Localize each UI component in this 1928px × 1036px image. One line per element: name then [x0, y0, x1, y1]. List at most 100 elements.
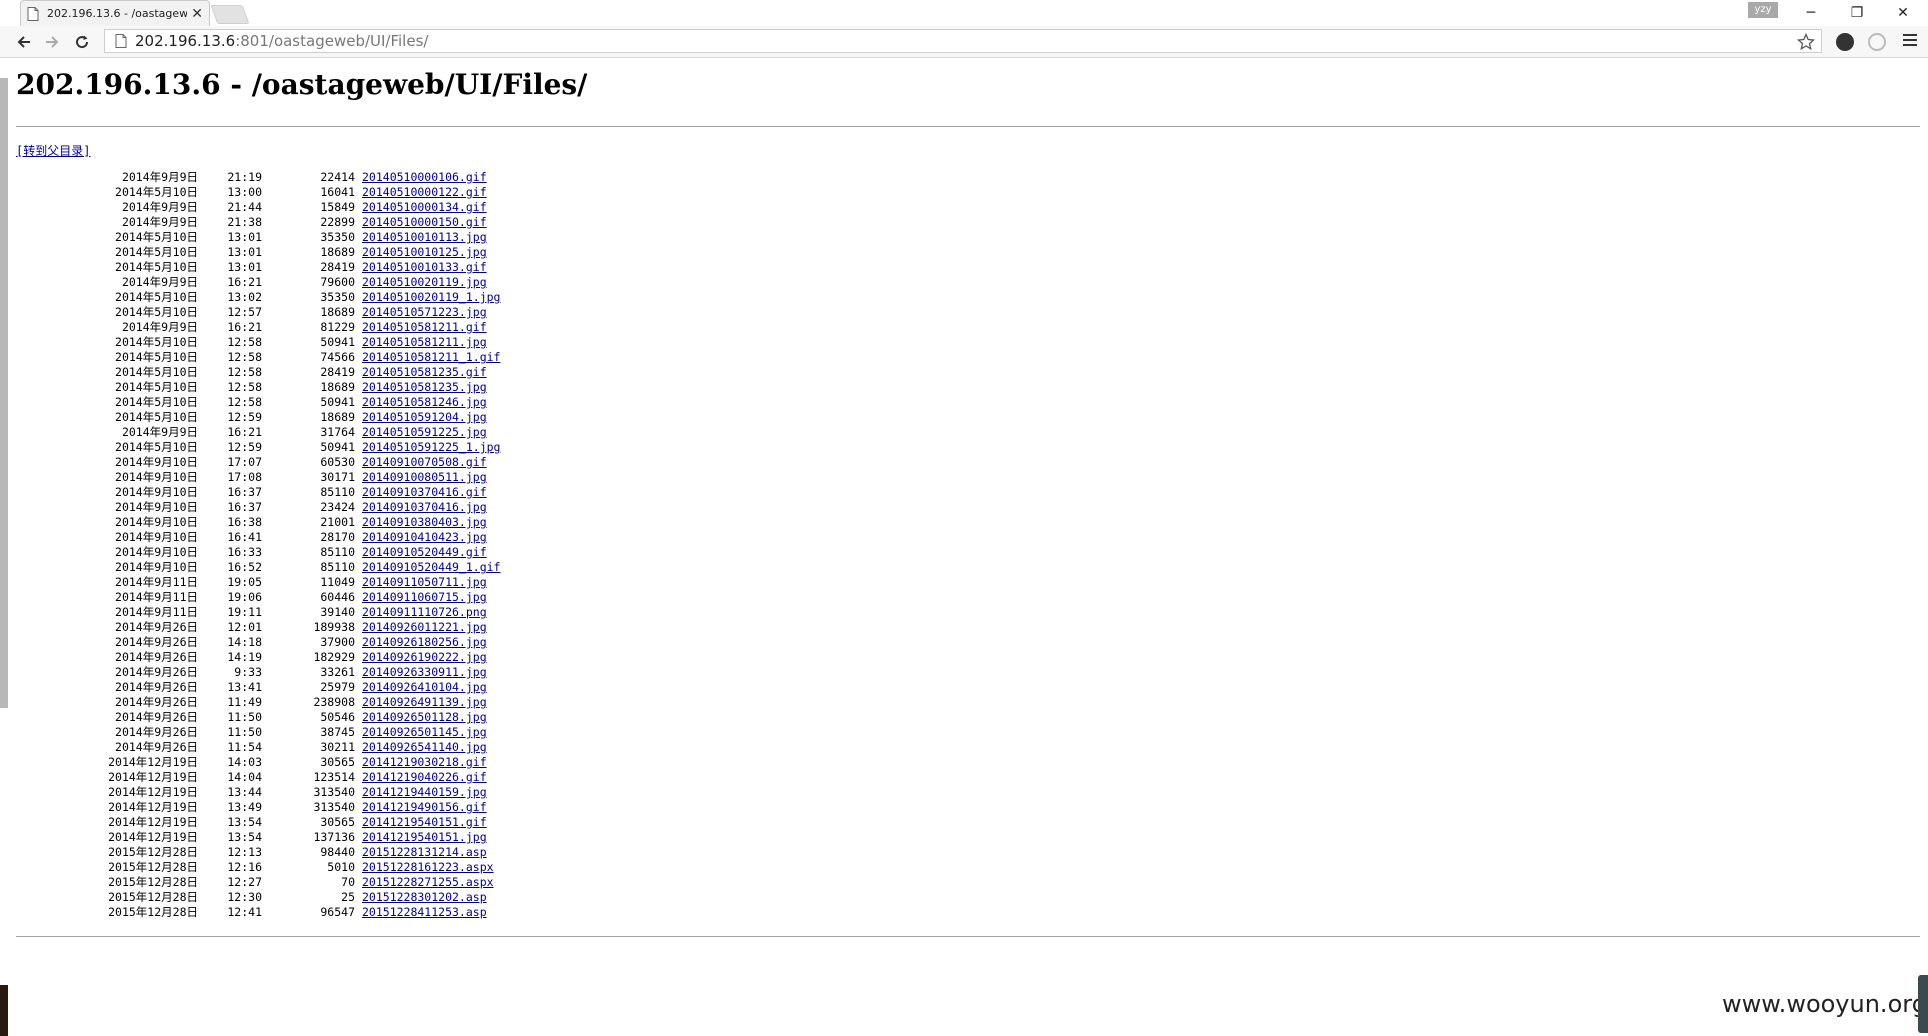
file-date: 2014年9月26日: [115, 725, 198, 739]
file-link[interactable]: 20140510591225.jpg: [362, 425, 487, 440]
file-link[interactable]: 20140926330911.jpg: [362, 665, 487, 680]
menu-icon[interactable]: [1903, 34, 1917, 48]
file-link[interactable]: 20140510000134.gif: [362, 200, 487, 215]
file-link[interactable]: 20140911110726.png: [362, 605, 487, 620]
file-link[interactable]: 20151228271255.aspx: [362, 875, 494, 890]
close-window-button[interactable]: ✕: [1880, 0, 1926, 26]
file-size: 25979: [320, 680, 355, 694]
file-link[interactable]: 20140510020119_1.jpg: [362, 290, 500, 305]
file-link[interactable]: 20140510571223.jpg: [362, 305, 487, 320]
file-link[interactable]: 20140510000106.gif: [362, 170, 487, 185]
list-item: 2014年12月19日 13:54 30565 20141219540151.gif: [0, 815, 600, 830]
minimize-button[interactable]: ─: [1788, 0, 1834, 26]
file-link[interactable]: 20140926410104.jpg: [362, 680, 487, 695]
file-link[interactable]: 20140926180256.jpg: [362, 635, 487, 650]
file-time: 16:38: [227, 515, 262, 529]
file-date: 2014年9月10日: [115, 500, 198, 514]
file-size: 30171: [320, 470, 355, 484]
file-link[interactable]: 20140910520449_1.gif: [362, 560, 500, 575]
file-link[interactable]: 20140510581211.jpg: [362, 335, 487, 350]
file-link[interactable]: 20151228301202.asp: [362, 890, 487, 905]
file-link[interactable]: 20140510010133.gif: [362, 260, 487, 275]
list-item: 2015年12月28日 12:30 25 20151228301202.asp: [0, 890, 600, 905]
file-link[interactable]: 20140910380403.jpg: [362, 515, 487, 530]
file-link[interactable]: 20140510581211.gif: [362, 320, 487, 335]
file-date: 2014年9月10日: [115, 515, 198, 529]
file-link[interactable]: 20140911060715.jpg: [362, 590, 487, 605]
file-link[interactable]: 20140926011221.jpg: [362, 620, 487, 635]
file-link[interactable]: 20140510591225_1.jpg: [362, 440, 500, 455]
file-link[interactable]: 20140911050711.jpg: [362, 575, 487, 590]
file-link[interactable]: 20141219540151.gif: [362, 815, 487, 830]
close-tab-icon[interactable]: ✕: [191, 6, 203, 22]
file-link[interactable]: 20140926501145.jpg: [362, 725, 487, 740]
list-item: 2014年5月10日 12:58 50941 20140510581211.jpg: [0, 335, 600, 350]
file-link[interactable]: 20140926491139.jpg: [362, 695, 487, 710]
file-date: 2014年5月10日: [115, 230, 198, 244]
file-time: 21:38: [227, 215, 262, 229]
file-date: 2014年9月9日: [121, 200, 198, 214]
file-link[interactable]: 20140510010125.jpg: [362, 245, 487, 260]
back-button[interactable]: [12, 31, 36, 53]
extension-icon[interactable]: [1836, 33, 1854, 51]
file-link[interactable]: 20140510000150.gif: [362, 215, 487, 230]
extension-icon[interactable]: [1868, 33, 1886, 51]
file-time: 12:58: [227, 395, 262, 409]
file-link[interactable]: 20140510010113.jpg: [362, 230, 487, 245]
file-link[interactable]: 20140510020119.jpg: [362, 275, 487, 290]
list-item: 2014年9月26日 9:33 33261 20140926330911.jpg: [0, 665, 600, 680]
file-link[interactable]: 20140510581235.jpg: [362, 380, 487, 395]
file-link[interactable]: 20140910370416.jpg: [362, 500, 487, 515]
browser-tab[interactable]: 202.196.13.6 - /oastagewe ✕: [20, 0, 210, 26]
file-link[interactable]: 20140910520449.gif: [362, 545, 487, 560]
profile-badge[interactable]: yzy: [1748, 2, 1778, 18]
file-link[interactable]: 20141219040226.gif: [362, 770, 487, 785]
url-path: :801/oastageweb/UI/Files/: [235, 32, 429, 50]
list-item: 2014年5月10日 12:59 50941 20140510591225_1.jpg: [0, 440, 600, 455]
list-item: 2014年5月10日 13:02 35350 20140510020119_1.jpg: [0, 290, 600, 305]
file-size: 33261: [320, 665, 355, 679]
file-date: 2015年12月28日: [108, 845, 198, 859]
file-date: 2014年5月10日: [115, 290, 198, 304]
file-listing: 2014年9月9日 21:19 22414 20140510000106.gif 201…: [0, 170, 600, 920]
file-time: 9:33: [234, 665, 262, 679]
forward-button[interactable]: [40, 31, 64, 53]
file-link[interactable]: 20140510000122.gif: [362, 185, 487, 200]
file-link[interactable]: 20151228411253.asp: [362, 905, 487, 920]
file-link[interactable]: 20140510581211_1.gif: [362, 350, 500, 365]
restore-button[interactable]: ❐: [1834, 0, 1880, 26]
file-link[interactable]: 20140510591204.jpg: [362, 410, 487, 425]
file-link[interactable]: 20140910410423.jpg: [362, 530, 487, 545]
bookmark-star-icon[interactable]: [1797, 33, 1815, 51]
file-link[interactable]: 20141219440159.jpg: [362, 785, 487, 800]
file-link[interactable]: 20140510581246.jpg: [362, 395, 487, 410]
file-link[interactable]: 20140910070508.gif: [362, 455, 487, 470]
file-link[interactable]: 20140926541140.jpg: [362, 740, 487, 755]
file-date: 2014年9月26日: [115, 650, 198, 664]
file-link[interactable]: 20141219540151.jpg: [362, 830, 487, 845]
new-tab-button[interactable]: [210, 5, 250, 24]
file-link[interactable]: 20141219030218.gif: [362, 755, 487, 770]
parent-directory-link[interactable]: [转到父目录]: [16, 142, 90, 159]
address-bar[interactable]: 202.196.13.6:801/oastageweb/UI/Files/: [104, 29, 1822, 53]
list-item: 2014年9月26日 12:01 189938 20140926011221.jpg: [0, 620, 600, 635]
file-link[interactable]: 20140926501128.jpg: [362, 710, 487, 725]
file-date: 2014年5月10日: [115, 185, 198, 199]
file-date: 2014年5月10日: [115, 305, 198, 319]
list-item: 2014年12月19日 13:44 313540 20141219440159.jpg: [0, 785, 600, 800]
file-time: 16:33: [227, 545, 262, 559]
file-link[interactable]: 20151228161223.aspx: [362, 860, 494, 875]
file-date: 2014年5月10日: [115, 335, 198, 349]
file-link[interactable]: 20140926190222.jpg: [362, 650, 487, 665]
file-link[interactable]: 20151228131214.asp: [362, 845, 487, 860]
file-link[interactable]: 20140910080511.jpg: [362, 470, 487, 485]
reload-button[interactable]: [70, 31, 94, 53]
forward-arrow-icon: [46, 36, 59, 48]
list-item: 2014年9月10日 17:08 30171 20140910080511.jpg: [0, 470, 600, 485]
file-time: 16:41: [227, 530, 262, 544]
file-size: 39140: [320, 605, 355, 619]
file-size: 35350: [320, 230, 355, 244]
file-link[interactable]: 20141219490156.gif: [362, 800, 487, 815]
file-link[interactable]: 20140510581235.gif: [362, 365, 487, 380]
file-link[interactable]: 20140910370416.gif: [362, 485, 487, 500]
